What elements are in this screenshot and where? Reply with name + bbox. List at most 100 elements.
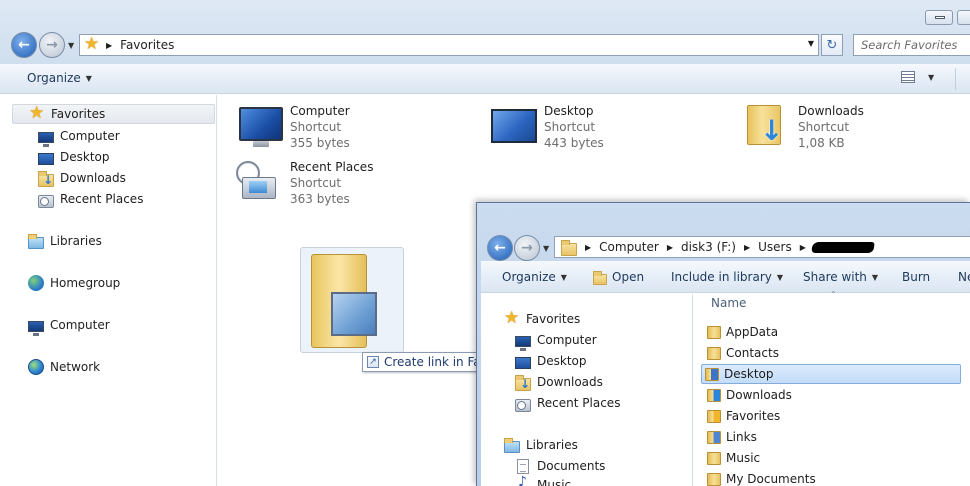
nav-item-label: Desktop [60, 150, 110, 164]
address-dropdown-icon[interactable]: ▼ [808, 39, 814, 48]
nav-item-documents[interactable]: Documents [515, 456, 605, 476]
music-folder-icon [707, 451, 721, 465]
nav-item-label: Recent Places [537, 396, 621, 410]
file-item-recent-places[interactable]: Recent Places Shortcut 363 bytes [236, 159, 373, 207]
share-with-label: Share with [803, 270, 867, 284]
list-item-label: Desktop [724, 367, 774, 381]
recent-pages-dropdown[interactable]: ▼ [68, 41, 74, 50]
chevron-down-icon: ▼ [871, 272, 879, 282]
column-header-name[interactable]: ⌃ Name [694, 290, 970, 314]
file-size: 355 bytes [290, 136, 350, 150]
list-item-links[interactable]: Links [704, 427, 760, 447]
dragged-desktop-icon [331, 292, 377, 336]
nav-item-label: Favorites [51, 107, 106, 121]
libraries-icon [504, 438, 520, 453]
favorites-star-icon [84, 34, 100, 54]
list-item-downloads[interactable]: Downloads [704, 385, 795, 405]
open-button[interactable]: Open [593, 270, 645, 285]
file-type: Shortcut [798, 120, 850, 134]
file-type: Shortcut [544, 120, 596, 134]
chevron-down-icon: ▼ [560, 272, 567, 282]
list-item-desktop[interactable]: Desktop [701, 364, 961, 384]
chevron-down-icon: ▼ [776, 272, 784, 282]
file-name: Desktop [544, 104, 594, 118]
open-folder-icon [593, 270, 607, 285]
nav-item-favorites[interactable]: Favorites [12, 103, 215, 124]
organize-button[interactable]: Organize ▼ [27, 71, 92, 85]
include-in-library-button[interactable]: Include in library ▼ [671, 270, 783, 284]
nav-item-label: Computer [537, 333, 597, 347]
recent-places-icon [236, 159, 286, 207]
list-item-appdata[interactable]: AppData [704, 322, 781, 342]
nav-item-desktop[interactable]: Desktop [38, 147, 110, 167]
nav-item-libraries[interactable]: Libraries [504, 435, 578, 455]
burn-label: Burn [902, 270, 931, 284]
address-bar[interactable]: ▶ Favorites ▼ [79, 34, 819, 56]
homegroup-icon [28, 275, 44, 291]
forward-button[interactable]: → [39, 32, 65, 58]
breadcrumb-separator-icon: ▶ [743, 242, 751, 252]
recent-places-icon [515, 398, 531, 412]
list-item-my-documents[interactable]: My Documents [704, 469, 819, 486]
nav-item-favorites[interactable]: Favorites [504, 308, 580, 329]
breadcrumb-separator-icon: ▶ [106, 40, 113, 50]
nav-item-network[interactable]: Network [28, 357, 100, 377]
nav-item-music[interactable]: Music [515, 474, 572, 486]
nav-item-label: Libraries [50, 234, 102, 248]
minimize-button[interactable] [925, 10, 953, 25]
breadcrumb-separator-icon: ▶ [585, 242, 592, 252]
nav-item-downloads[interactable]: Downloads [38, 168, 126, 188]
file-name: Recent Places [290, 160, 374, 174]
breadcrumb-users[interactable]: Users [758, 240, 792, 254]
nav-item-label: Music [537, 478, 572, 486]
documents-icon [517, 458, 529, 474]
contacts-folder-icon [707, 346, 721, 360]
nav-item-recent-places[interactable]: Recent Places [515, 393, 620, 413]
recent-pages-dropdown[interactable]: ▼ [543, 244, 549, 253]
new-folder-button[interactable]: Ne [958, 270, 970, 284]
burn-button[interactable]: Burn [902, 270, 930, 284]
nav-item-homegroup[interactable]: Homegroup [28, 273, 120, 293]
maximize-button[interactable] [957, 10, 970, 25]
address-bar[interactable]: ▶ Computer ▶ disk3 (F:) ▶ Users ▶ [554, 236, 970, 258]
breadcrumb-computer[interactable]: Computer [599, 240, 659, 254]
breadcrumb-disk3[interactable]: disk3 (F:) [681, 240, 736, 254]
organize-button[interactable]: Organize ▼ [502, 270, 567, 284]
nav-item-libraries[interactable]: Libraries [28, 231, 102, 251]
file-size: 1,08 KB [798, 136, 845, 150]
list-item-contacts[interactable]: Contacts [704, 343, 782, 363]
nav-item-recent-places[interactable]: Recent Places [38, 189, 143, 209]
file-item-desktop[interactable]: Desktop Shortcut 443 bytes [490, 103, 604, 151]
nav-item-computer[interactable]: Computer [515, 330, 597, 351]
list-item-label: My Documents [726, 472, 816, 486]
desktop-icon [38, 153, 54, 165]
nav-item-computer[interactable]: Computer [38, 126, 120, 147]
list-item-favorites[interactable]: Favorites [704, 406, 783, 426]
organize-label: Organize [502, 270, 556, 284]
open-label: Open [612, 270, 645, 284]
desktop-folder-icon [705, 367, 719, 381]
file-item-downloads[interactable]: Downloads Shortcut 1,08 KB [744, 103, 864, 151]
file-list: ⌃ Name AppData Contacts Desktop Download… [694, 290, 970, 486]
nav-item-label: Computer [50, 318, 110, 332]
forward-button[interactable]: → [514, 235, 540, 261]
change-view-button[interactable]: ▼ [901, 71, 934, 83]
share-with-button[interactable]: Share with ▼ [803, 270, 878, 284]
sort-ascending-icon: ⌃ [830, 290, 837, 299]
nav-item-desktop[interactable]: Desktop [515, 351, 587, 371]
back-button[interactable]: ← [487, 235, 513, 261]
back-button[interactable]: ← [11, 32, 37, 58]
nav-item-downloads[interactable]: Downloads [515, 372, 603, 392]
search-box[interactable] [853, 34, 970, 56]
folder-icon [707, 325, 721, 339]
search-input[interactable] [861, 38, 970, 52]
file-item-computer[interactable]: Computer Shortcut 355 bytes [236, 103, 350, 151]
file-name: Downloads [798, 104, 864, 118]
list-item-music[interactable]: Music [704, 448, 763, 468]
refresh-button[interactable]: ↻ [821, 34, 843, 56]
breadcrumb-favorites[interactable]: Favorites [120, 38, 174, 52]
documents-folder-icon [707, 472, 721, 486]
breadcrumb-separator-icon: ▶ [799, 242, 806, 252]
chevron-down-icon: ▼ [928, 72, 935, 82]
nav-item-computer-root[interactable]: Computer [28, 315, 110, 336]
